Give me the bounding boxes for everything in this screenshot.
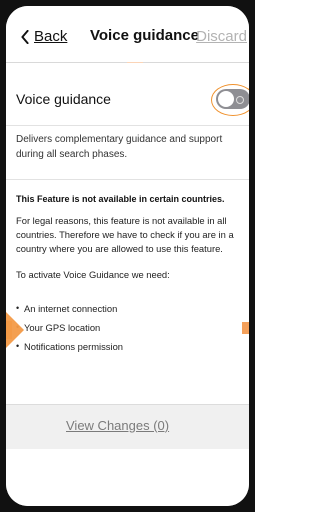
requirement-item-gps: Your GPS location <box>16 318 123 337</box>
activation-requirements-heading: To activate Voice Guidance we need: <box>16 269 170 280</box>
device-frame: Back Voice guidance Discard Voice guidan… <box>0 0 255 512</box>
orange-side-marker <box>242 322 249 334</box>
navigation-bar: Back Voice guidance Discard <box>6 6 249 63</box>
bottom-empty-area <box>6 449 249 506</box>
view-changes-button[interactable]: View Changes (0) <box>66 418 169 433</box>
requirement-item-notifications: Notifications permission <box>16 337 123 356</box>
voice-guidance-toggle[interactable] <box>216 89 249 109</box>
voice-guidance-label: Voice guidance <box>16 91 111 107</box>
section-divider <box>6 179 249 180</box>
settings-content: Voice guidance Delivers complementary gu… <box>6 63 249 398</box>
availability-warning-body: For legal reasons, this feature is not a… <box>16 215 234 254</box>
back-button[interactable]: Back <box>20 28 67 45</box>
voice-guidance-row: Voice guidance <box>6 63 249 126</box>
back-label: Back <box>34 28 68 45</box>
chevron-left-icon <box>21 29 29 44</box>
app-screen: Back Voice guidance Discard Voice guidan… <box>6 6 249 506</box>
footer-bar: View Changes (0) <box>6 404 249 450</box>
toggle-knob <box>218 91 234 107</box>
toggle-off-indicator-icon <box>236 96 244 104</box>
orange-pointer-arrow-icon <box>6 312 24 348</box>
page-title: Voice guidance <box>90 27 199 44</box>
requirements-list: An internet connection Your GPS location… <box>16 299 123 356</box>
availability-warning-title: This Feature is not available in certain… <box>16 194 225 204</box>
discard-button[interactable]: Discard <box>196 28 247 45</box>
voice-guidance-description: Delivers complementary guidance and supp… <box>16 134 223 160</box>
requirement-item-internet: An internet connection <box>16 299 123 318</box>
